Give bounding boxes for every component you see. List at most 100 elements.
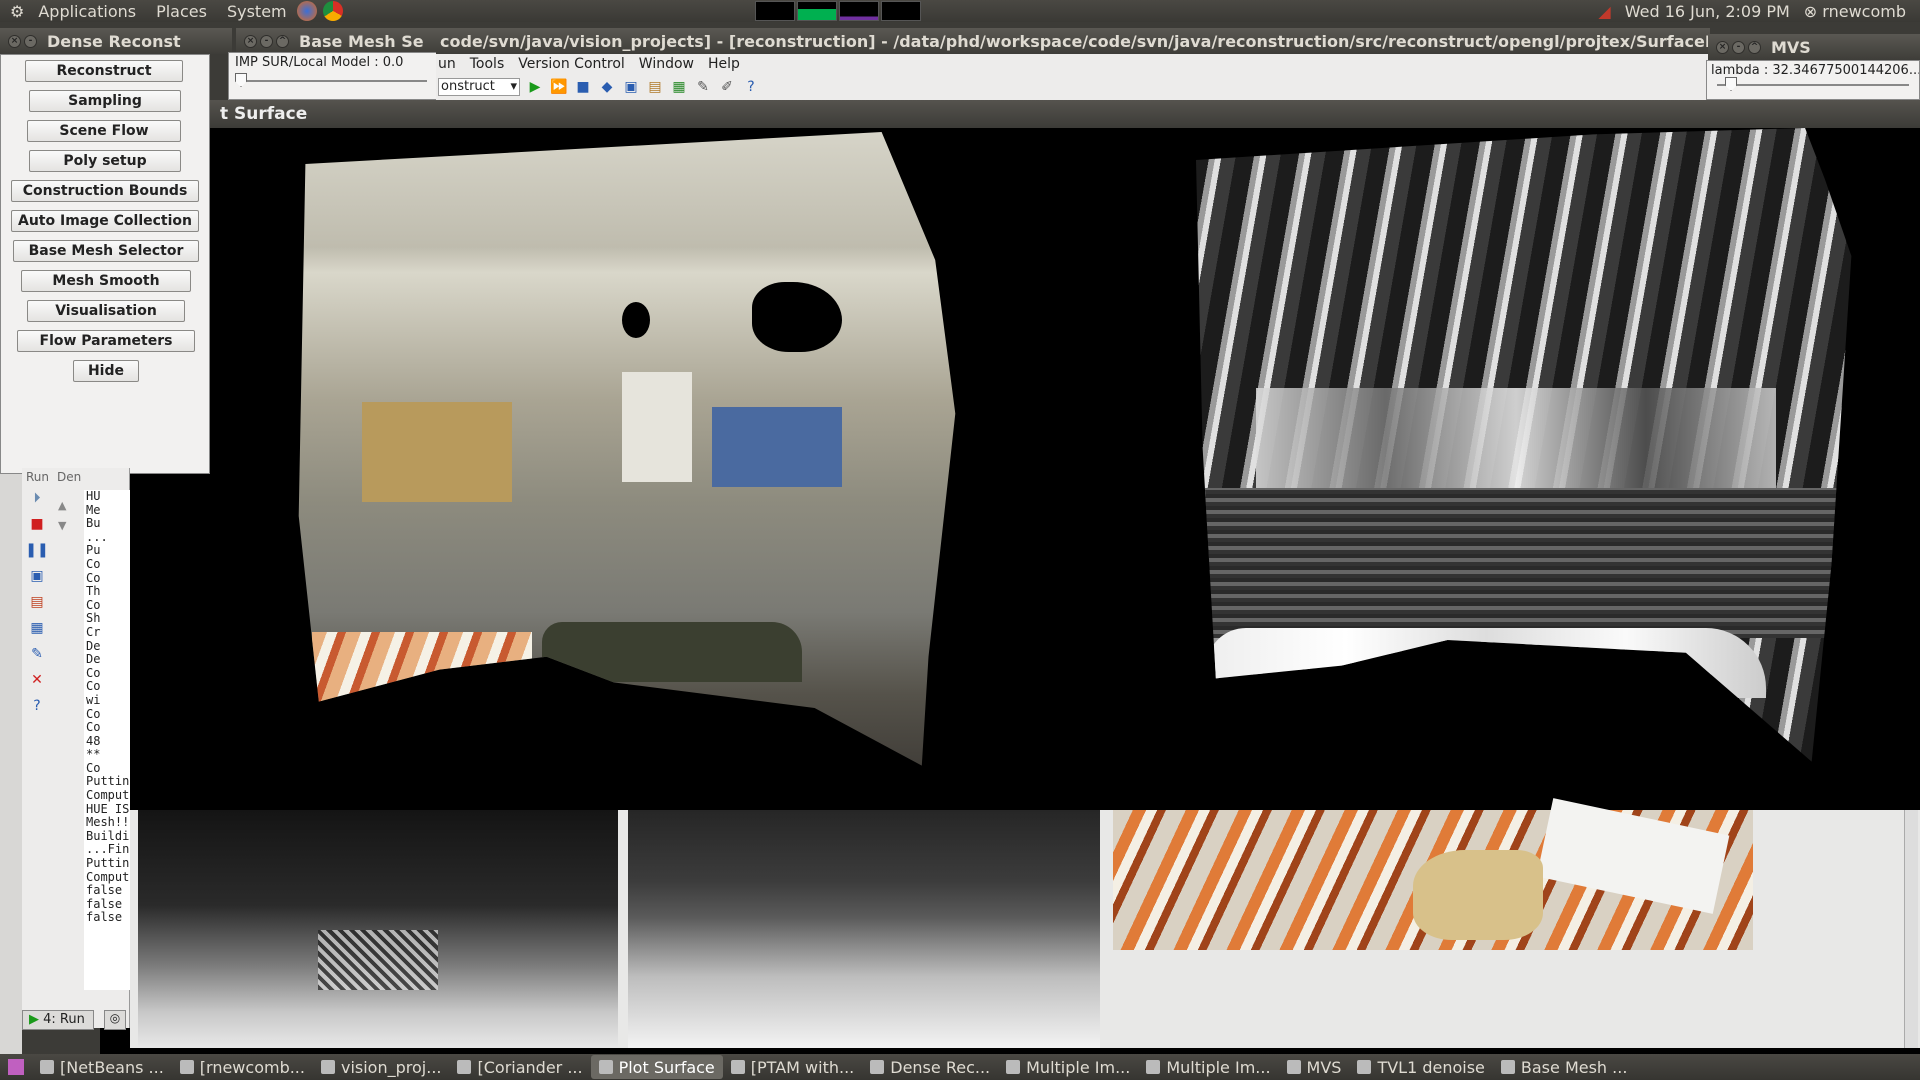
run-header-tab[interactable]: Run: [26, 470, 49, 484]
netbeans-titlebar[interactable]: code/svn/java/vision_projects] - [recons…: [436, 28, 1710, 54]
taskbar-item[interactable]: [NetBeans ...: [32, 1055, 172, 1079]
window-controls: × -: [8, 34, 37, 48]
taskbar-item[interactable]: Base Mesh ...: [1493, 1055, 1636, 1079]
paper-bag: [1413, 850, 1543, 940]
dense-header-tab[interactable]: Den: [57, 470, 81, 484]
taskbar-item-label: Dense Rec...: [890, 1057, 991, 1077]
rerun-icon[interactable]: ⏵: [34, 490, 41, 506]
auto-image-collection-button[interactable]: Auto Image Collection: [11, 210, 199, 232]
output-line: Co: [86, 665, 101, 680]
minimize-icon[interactable]: -: [1732, 40, 1745, 54]
scene-flow-button[interactable]: Scene Flow: [27, 120, 181, 142]
screenshot-icon[interactable]: ▣: [30, 568, 43, 584]
mvs-window-title: MVS: [1771, 37, 1811, 57]
sampling-button[interactable]: Sampling: [29, 90, 181, 112]
mesh-smooth-button[interactable]: Mesh Smooth: [21, 270, 191, 292]
minimize-icon[interactable]: -: [24, 34, 37, 48]
package-icon[interactable]: ▤: [646, 78, 664, 96]
output-line: Sh: [86, 611, 101, 626]
taskbar-item[interactable]: [Coriander ...: [449, 1055, 590, 1079]
close-icon[interactable]: ×: [8, 34, 21, 48]
slider-thumb[interactable]: [1725, 77, 1737, 91]
menu-window[interactable]: Window: [639, 56, 694, 72]
app-icon: [179, 1060, 194, 1074]
surface-viewport[interactable]: [100, 128, 1920, 806]
mvs-titlebar[interactable]: × - ^ MVS: [1708, 34, 1920, 60]
system-menu[interactable]: System: [227, 2, 287, 21]
slider-thumb[interactable]: [235, 73, 247, 87]
app-icon: [1286, 1060, 1301, 1074]
shaded-mesh-render: [1196, 128, 1852, 762]
pause-icon[interactable]: ❚❚: [25, 542, 48, 558]
layout-icon[interactable]: ▦: [30, 620, 43, 636]
plot-surface-title[interactable]: t Surface: [100, 100, 1920, 128]
taskbar-item[interactable]: [PTAM with...: [723, 1055, 862, 1079]
imp-sur-slider[interactable]: [235, 73, 433, 87]
user-menu[interactable]: ⊗ rnewcomb: [1804, 2, 1906, 21]
vertical-scrollbar[interactable]: [1904, 810, 1918, 1048]
attach-icon[interactable]: ✐: [718, 78, 736, 96]
secondary-tab-icon[interactable]: ◎: [104, 1010, 126, 1030]
visualisation-button[interactable]: Visualisation: [27, 300, 185, 322]
taskbar-item[interactable]: Dense Rec...: [862, 1055, 998, 1079]
run-icon[interactable]: ▶: [526, 78, 544, 96]
stop-icon[interactable]: ■: [30, 516, 43, 532]
hide-button[interactable]: Hide: [73, 360, 139, 382]
menu-run[interactable]: un: [438, 56, 456, 72]
taskbar-item[interactable]: [rnewcomb...: [172, 1055, 313, 1079]
network-graph: [838, 1, 879, 21]
applications-menu[interactable]: Applications: [38, 2, 136, 21]
debug-icon[interactable]: ✎: [694, 78, 712, 96]
clock[interactable]: Wed 16 Jun, 2:09 PM: [1625, 2, 1790, 21]
lambda-slider[interactable]: [1711, 77, 1915, 91]
blanket-stripes: [312, 632, 532, 712]
output-line: Pu: [86, 543, 101, 558]
close-icon[interactable]: ×: [1716, 40, 1729, 54]
run-output-text[interactable]: HU Me Bu... Pu Co Co Th Co Sh Cr De De Co Co wi Co Co 48 *…: [84, 490, 130, 990]
taskbar-item[interactable]: TVL1 denoise: [1349, 1055, 1492, 1079]
base-mesh-titlebar[interactable]: × - ^ Base Mesh Se: [236, 28, 436, 54]
firefox-icon[interactable]: [296, 1, 317, 21]
memory-graph: [796, 1, 837, 21]
help-icon[interactable]: ?: [742, 78, 760, 96]
arrow-down-icon[interactable]: ▼: [58, 516, 74, 536]
gnome-foot-icon[interactable]: ⚙: [10, 2, 24, 21]
output-line: wi: [86, 692, 101, 707]
run-all-icon[interactable]: ⏩: [550, 78, 568, 96]
run-tab[interactable]: ▶ 4: Run: [22, 1010, 94, 1030]
taskbar-item[interactable]: Multiple Im...: [1138, 1055, 1278, 1079]
help-circle-icon[interactable]: ?: [33, 698, 40, 714]
maximize-icon[interactable]: ^: [276, 34, 289, 48]
menu-help[interactable]: Help: [708, 56, 740, 72]
close-icon[interactable]: ×: [244, 34, 257, 48]
build-icon[interactable]: ■: [574, 78, 592, 96]
taskbar-item[interactable]: vision_proj...: [313, 1055, 450, 1079]
minimize-icon[interactable]: -: [260, 34, 273, 48]
taskbar-item[interactable]: Plot Surface: [590, 1055, 723, 1079]
arrow-up-icon[interactable]: ▲: [58, 496, 74, 516]
close-x-icon[interactable]: ✕: [31, 672, 43, 688]
debug-stack-icon[interactable]: ▤: [30, 594, 43, 610]
output-line: Co: [86, 706, 101, 721]
flow-parameters-button[interactable]: Flow Parameters: [17, 330, 195, 352]
network-icon[interactable]: ◢: [1598, 2, 1610, 21]
menu-tools[interactable]: Tools: [470, 56, 505, 72]
pin-icon[interactable]: ✎: [31, 646, 43, 662]
output-line: De: [86, 652, 101, 667]
maximize-icon[interactable]: ^: [1748, 40, 1761, 54]
clean-build-icon[interactable]: ◆: [598, 78, 616, 96]
deploy-icon[interactable]: ▣: [622, 78, 640, 96]
reconstruct-button[interactable]: Reconstruct: [25, 60, 183, 82]
show-desktop-icon[interactable]: [8, 1059, 24, 1075]
construction-bounds-button[interactable]: Construction Bounds: [11, 180, 199, 202]
chrome-icon[interactable]: [322, 1, 343, 21]
taskbar-item[interactable]: MVS: [1279, 1055, 1350, 1079]
base-mesh-selector-button[interactable]: Base Mesh Selector: [13, 240, 199, 262]
places-menu[interactable]: Places: [156, 2, 207, 21]
profile-icon[interactable]: ▦: [670, 78, 688, 96]
menu-version-control[interactable]: Version Control: [518, 56, 625, 72]
config-combo[interactable]: onstruct ▾: [438, 78, 520, 96]
dense-reconstruction-titlebar[interactable]: × - Dense Reconst: [0, 28, 232, 54]
poly-setup-button[interactable]: Poly setup: [29, 150, 181, 172]
taskbar-item[interactable]: Multiple Im...: [998, 1055, 1138, 1079]
